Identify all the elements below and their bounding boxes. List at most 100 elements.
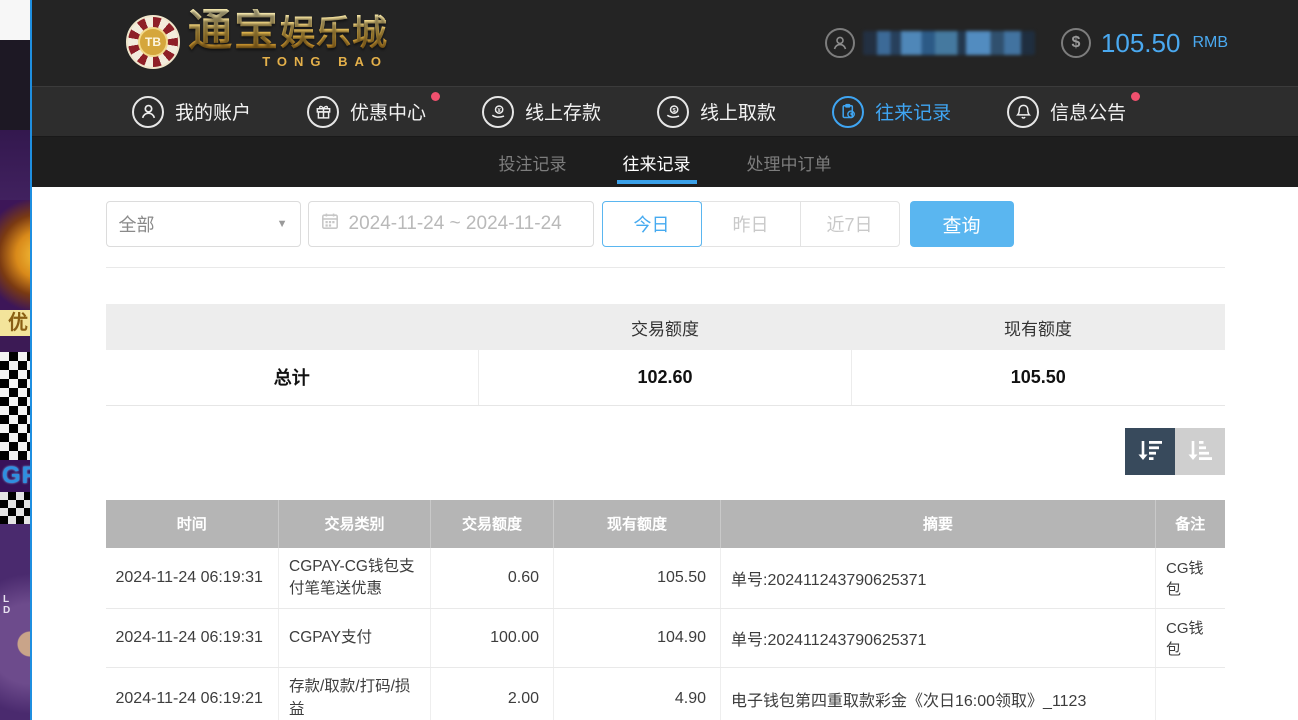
- logo-chinese-name: 通宝娱乐城: [188, 9, 388, 53]
- col-header-amount: 交易额度: [431, 500, 554, 548]
- bg-ld-text: L D: [3, 594, 30, 616]
- tab-pending-orders[interactable]: 处理中订单: [741, 137, 838, 187]
- date-range-input[interactable]: 2024-11-24 ~ 2024-11-24: [308, 201, 594, 247]
- cell-note: CG钱包: [1156, 548, 1225, 609]
- main-nav: 我的账户 优惠中心 ¥ 线上存款 $ 线上取款 往来记录: [32, 86, 1298, 137]
- dollar-coin-icon: $: [1061, 28, 1091, 58]
- nav-label: 往来记录: [875, 98, 951, 125]
- nav-item-withdraw[interactable]: $ 线上取款: [657, 96, 776, 128]
- col-header-note: 备注: [1156, 500, 1225, 548]
- nav-label: 线上存款: [525, 98, 601, 125]
- summary-table: 交易额度 现有额度 总计 102.60 105.50: [106, 304, 1225, 406]
- cell-summary: 电子钱包第四重取款彩金《次日16:00领取》_1123: [721, 668, 1156, 720]
- summary-header-row: 交易额度 现有额度: [106, 304, 1225, 350]
- bg-gold-coin-art: [0, 200, 30, 310]
- table-row: 2024-11-24 06:19:31 CGPAY支付 100.00 104.9…: [106, 609, 1225, 668]
- nav-item-deposit[interactable]: ¥ 线上存款: [482, 96, 601, 128]
- tab-transaction-records[interactable]: 往来记录: [617, 137, 697, 187]
- col-header-summary: 摘要: [721, 500, 1156, 548]
- bg-white-segment: [0, 0, 30, 40]
- balance-amount: 105.50: [1101, 28, 1181, 59]
- calendar-icon: [321, 212, 339, 236]
- withdraw-icon: $: [657, 96, 689, 128]
- nav-label: 我的账户: [175, 98, 251, 125]
- type-select[interactable]: 全部 ▼: [106, 201, 301, 247]
- cell-summary: 单号:202411243790625371: [721, 609, 1156, 668]
- bell-icon: [1007, 96, 1039, 128]
- browser-content-window: TB 通宝娱乐城 TONG BAO $ 105.50 RMB: [30, 0, 1298, 720]
- summary-header-blank: [106, 304, 479, 350]
- nav-item-promotions[interactable]: 优惠中心: [307, 96, 426, 128]
- user-avatar-icon: [825, 28, 855, 58]
- last-7-days-button[interactable]: 近7日: [800, 201, 900, 247]
- summary-header-trade: 交易额度: [479, 304, 852, 350]
- logo-english-name: TONG BAO: [188, 55, 388, 68]
- nav-item-announcements[interactable]: 信息公告: [1007, 96, 1126, 128]
- user-area: $ 105.50 RMB: [825, 0, 1228, 86]
- summary-total-row: 总计 102.60 105.50: [106, 350, 1225, 405]
- cell-type: CGPAY支付: [279, 609, 431, 668]
- col-header-time: 时间: [106, 500, 279, 548]
- sort-ascending-icon: [1186, 438, 1214, 464]
- nav-item-transaction-records[interactable]: 往来记录: [832, 96, 951, 128]
- today-button[interactable]: 今日: [602, 201, 702, 247]
- cell-time: 2024-11-24 06:19:31: [106, 548, 279, 609]
- nav-label: 线上取款: [700, 98, 776, 125]
- gift-icon: [307, 96, 339, 128]
- summary-total-trade: 102.60: [479, 350, 852, 405]
- nav-item-my-account[interactable]: 我的账户: [132, 96, 251, 128]
- site-logo[interactable]: TB 通宝娱乐城 TONG BAO: [126, 9, 388, 69]
- date-range-value: 2024-11-24 ~ 2024-11-24: [349, 213, 562, 235]
- cell-time: 2024-11-24 06:19:31: [106, 609, 279, 668]
- cell-balance: 4.90: [554, 668, 721, 720]
- notification-dot: [431, 92, 440, 101]
- bg-promo-label: 优: [0, 310, 30, 336]
- cell-balance: 105.50: [554, 548, 721, 609]
- cell-balance: 104.90: [554, 609, 721, 668]
- wallet-balance-block[interactable]: $ 105.50 RMB: [1061, 28, 1228, 59]
- user-icon: [132, 96, 164, 128]
- col-header-type: 交易类别: [279, 500, 431, 548]
- bg-purple-segment-2: [0, 336, 30, 352]
- background-window-strip: 优 GF L D: [0, 0, 30, 720]
- cell-note: CG钱包: [1156, 609, 1225, 668]
- yesterday-button[interactable]: 昨日: [701, 201, 801, 247]
- cell-type: CGPAY-CG钱包支付笔笔送优惠: [279, 548, 431, 609]
- sort-descending-icon: [1136, 438, 1164, 464]
- record-subtabs: 投注记录 往来记录 处理中订单: [32, 137, 1298, 187]
- cell-amount: 2.00: [431, 668, 554, 720]
- site-header: TB 通宝娱乐城 TONG BAO $ 105.50 RMB: [32, 0, 1298, 86]
- records-header-row: 时间 交易类别 交易额度 现有额度 摘要 备注: [106, 500, 1225, 548]
- cell-amount: 0.60: [431, 548, 554, 609]
- nav-label: 优惠中心: [350, 98, 426, 125]
- cell-time: 2024-11-24 06:19:21: [106, 668, 279, 720]
- balance-currency: RMB: [1192, 34, 1228, 52]
- records-icon: [832, 96, 864, 128]
- sort-controls: [106, 428, 1225, 475]
- summary-total-label: 总计: [106, 350, 479, 405]
- section-divider: [106, 267, 1225, 268]
- chevron-down-icon: ▼: [277, 218, 288, 230]
- chip-tb-monogram: TB: [138, 27, 168, 57]
- notification-dot: [1131, 92, 1140, 101]
- quick-date-group: 今日 昨日 近7日: [602, 201, 900, 247]
- casino-chip-icon: TB: [126, 15, 180, 69]
- main-content: 全部 ▼ 2024-11-24 ~ 2024-11-24 今日 昨日 近7日 查…: [32, 187, 1298, 720]
- bg-character-art: L D: [0, 524, 30, 720]
- table-row: 2024-11-24 06:19:21 存款/取款/打码/损益 2.00 4.9…: [106, 668, 1225, 720]
- cell-summary: 单号:202411243790625371: [721, 548, 1156, 609]
- records-table: 时间 交易类别 交易额度 现有额度 摘要 备注 2024-11-24 06:19…: [106, 500, 1225, 720]
- cell-amount: 100.00: [431, 609, 554, 668]
- cell-note: [1156, 668, 1225, 720]
- sort-ascending-button[interactable]: [1175, 428, 1225, 475]
- col-header-balance: 现有额度: [554, 500, 721, 548]
- username-block[interactable]: [825, 28, 1035, 58]
- type-select-value: 全部: [119, 211, 155, 237]
- bg-qr-code: [0, 352, 30, 460]
- tab-betting-records[interactable]: 投注记录: [493, 137, 573, 187]
- bg-purple-segment: [0, 130, 30, 200]
- sort-descending-button[interactable]: [1125, 428, 1175, 475]
- bg-qr-code-2: [0, 492, 30, 524]
- blurred-username: [863, 31, 1035, 55]
- search-button[interactable]: 查询: [910, 201, 1014, 247]
